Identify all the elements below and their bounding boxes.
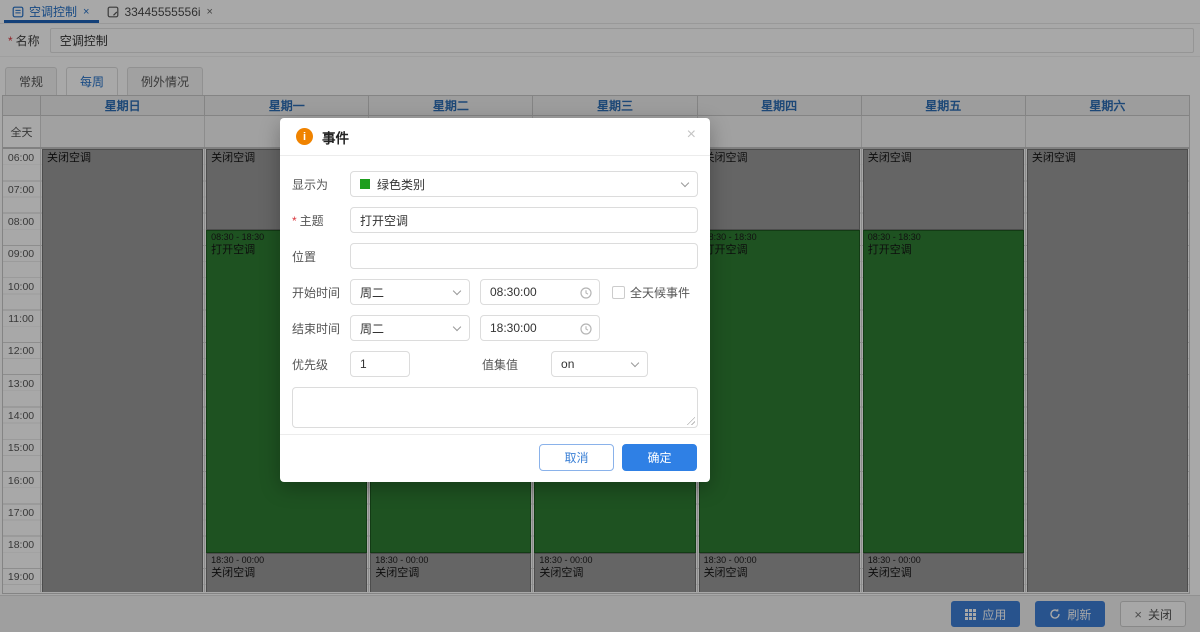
show-as-value: 绿色类别 xyxy=(377,176,425,193)
clock-icon xyxy=(580,286,592,304)
value-set-value: on xyxy=(561,357,574,371)
chevron-down-icon xyxy=(453,322,461,330)
start-day-value: 周二 xyxy=(360,284,384,301)
end-time-field xyxy=(480,315,600,341)
subject-label: *主题 xyxy=(292,212,350,229)
chevron-down-icon xyxy=(681,178,689,186)
notes-textarea[interactable] xyxy=(292,387,698,428)
value-set-select[interactable]: on xyxy=(551,351,648,377)
event-dialog: i 事件 × 显示为 绿色类别 *主题 位置 开始时间 周二 xyxy=(280,118,710,482)
all-day-checkbox[interactable] xyxy=(612,286,625,299)
location-label: 位置 xyxy=(292,248,350,265)
cancel-button[interactable]: 取消 xyxy=(539,444,614,471)
end-day-select[interactable]: 周二 xyxy=(350,315,470,341)
start-time-label: 开始时间 xyxy=(292,284,350,301)
end-time-label: 结束时间 xyxy=(292,320,350,337)
end-day-value: 周二 xyxy=(360,320,384,337)
start-time-field xyxy=(480,279,600,305)
location-input[interactable] xyxy=(350,243,698,269)
show-as-select[interactable]: 绿色类别 xyxy=(350,171,698,197)
notes-field xyxy=(292,387,698,428)
all-day-checkbox-label: 全天候事件 xyxy=(630,284,690,301)
value-set-label: 值集值 xyxy=(482,356,518,373)
all-day-checkbox-group[interactable]: 全天候事件 xyxy=(612,284,690,301)
event-dialog-body: 显示为 绿色类别 *主题 位置 开始时间 周二 xyxy=(280,156,710,434)
required-asterisk: * xyxy=(292,214,297,228)
event-dialog-title: 事件 xyxy=(322,127,349,147)
ok-button[interactable]: 确定 xyxy=(622,444,697,471)
event-dialog-footer: 取消 确定 xyxy=(280,434,710,482)
dialog-close-icon[interactable]: × xyxy=(687,127,696,143)
subject-input[interactable] xyxy=(350,207,698,233)
event-dialog-header: i 事件 × xyxy=(280,118,710,156)
green-category-swatch xyxy=(360,179,370,189)
info-icon: i xyxy=(296,128,313,145)
resize-handle-icon[interactable] xyxy=(686,416,695,425)
clock-icon xyxy=(580,322,592,340)
priority-label: 优先级 xyxy=(292,356,350,373)
chevron-down-icon xyxy=(631,358,639,366)
show-as-label: 显示为 xyxy=(292,176,350,193)
priority-input[interactable] xyxy=(350,351,410,377)
chevron-down-icon xyxy=(453,286,461,294)
start-day-select[interactable]: 周二 xyxy=(350,279,470,305)
